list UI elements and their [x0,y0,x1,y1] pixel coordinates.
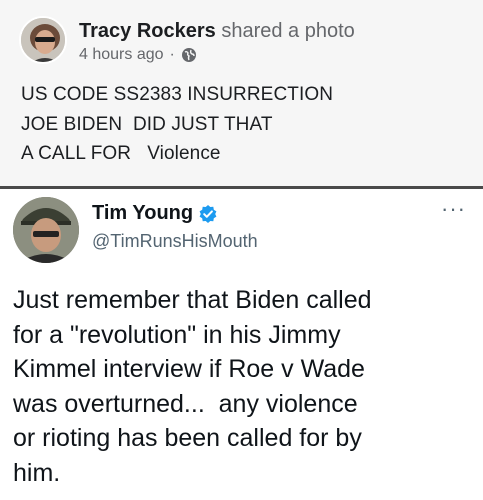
tweet-text-line: or rioting has been called for by [13,424,362,453]
tweet-text-line: was overturned... any violence [13,389,358,418]
facebook-post: Tracy Rockers shared a photo 4 hours ago… [0,0,483,186]
post-action: shared a photo [221,20,355,42]
author-name[interactable]: Tracy Rockers [79,20,216,42]
tweet-body: Just remember that Biden called for a "re… [13,283,478,491]
tweet-author-name[interactable]: Tim Young [92,202,193,225]
post-meta: 4 hours ago · [79,46,197,64]
tweet-author-handle[interactable]: @TimRunsHisMouth [92,231,258,252]
tweet-header: Tim Young [92,202,218,225]
tweet-text-line: Just remember that Biden called [13,286,372,314]
tweet-text-line: him. [13,458,61,487]
meta-separator: · [169,46,175,63]
post-timestamp[interactable]: 4 hours ago [79,46,164,64]
globe-icon[interactable] [181,47,197,63]
tweet-text-line: Kimmel interview if Roe v Wade [13,355,365,384]
post-text-line: US CODE SS2383 INSURRECTION [21,84,334,105]
more-options-icon[interactable]: ··· [441,198,466,220]
post-text-line: JOE BIDEN DID JUST THAT [21,114,273,135]
post-header: Tracy Rockers shared a photo [79,20,355,43]
verified-badge-icon [199,204,217,223]
author-avatar[interactable] [19,16,67,64]
post-text-line: A CALL FOR Violence [21,143,221,164]
tweet-text-line: for a "revolution" in his Jimmy [13,320,341,349]
tweet-card: Tim Young @TimRunsHisMouth ··· Just reme… [0,189,483,500]
tweet-author-avatar[interactable] [13,197,79,263]
